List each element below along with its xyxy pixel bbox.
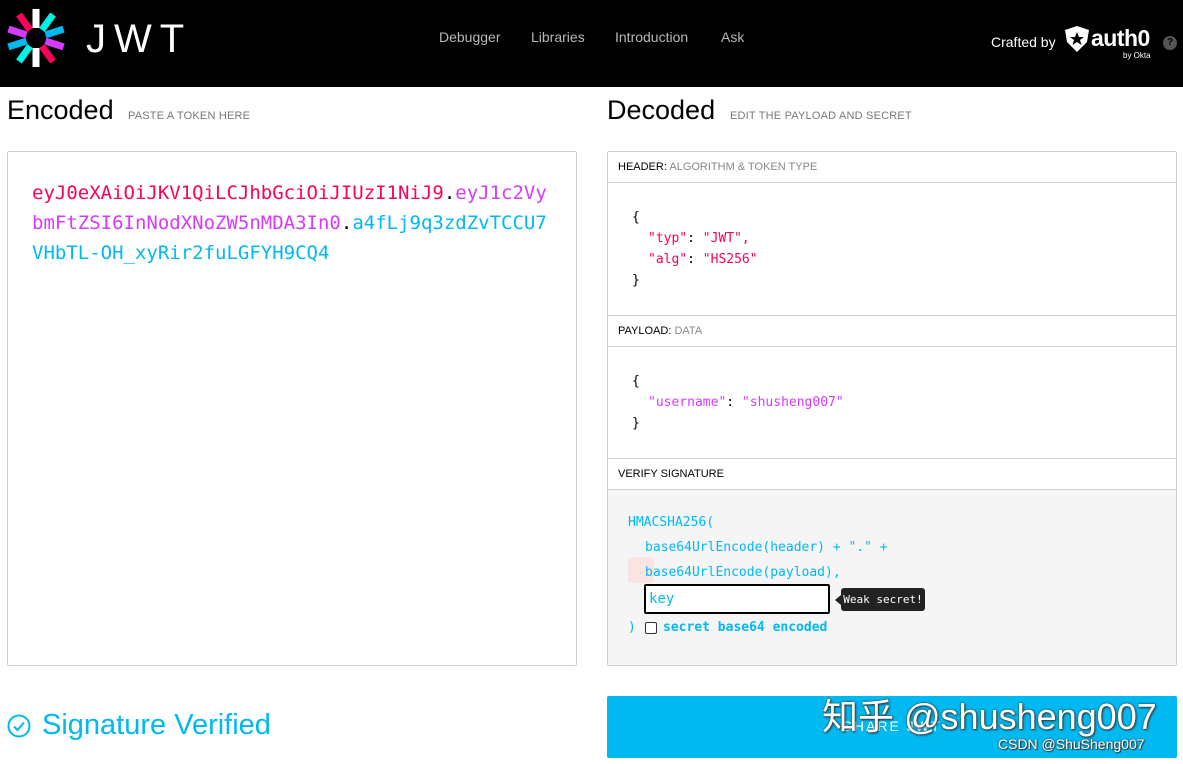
check-circle-icon: [7, 714, 31, 738]
hmac-line-payload: base64UrlEncode(payload),: [645, 565, 841, 580]
verify-section-label: VERIFY SIGNATURE: [618, 468, 724, 480]
by-okta-label: by Okta: [1123, 51, 1151, 60]
json-open-brace: {: [632, 210, 640, 225]
encoded-token[interactable]: eyJ0eXAiOiJKV1QiLCJhbGciOiJIUzI1NiJ9.eyJ…: [32, 178, 552, 268]
token-dot: .: [443, 182, 456, 204]
colon: :: [726, 395, 742, 410]
help-icon[interactable]: ?: [1163, 36, 1177, 50]
hmac-function-open: HMACSHA256(: [628, 515, 715, 530]
alg-value: "HS256": [702, 252, 758, 267]
secret-base64-checkbox[interactable]: [645, 622, 657, 634]
top-navigation-bar: JWT Debugger Libraries Introduction Ask …: [0, 0, 1183, 87]
nav-ask[interactable]: Ask: [721, 29, 744, 45]
token-dot: .: [340, 212, 353, 234]
header-section-title: HEADER: ALGORITHM & TOKEN TYPE: [608, 152, 1176, 183]
auth0-logo[interactable]: auth0 by Okta: [1064, 24, 1156, 64]
svg-text:JWT: JWT: [86, 17, 190, 56]
encoded-subtitle: PASTE A TOKEN HERE: [128, 110, 251, 122]
username-value: "shusheng007": [741, 395, 844, 410]
jwt-wordmark[interactable]: JWT: [86, 16, 190, 56]
decoded-title: Decoded: [607, 95, 716, 125]
hmac-line-header: base64UrlEncode(header) + "." +: [645, 540, 888, 555]
payload-section-sublabel: DATA: [674, 325, 703, 337]
watermark-csdn: CSDN @ShuSheng007: [998, 736, 1145, 752]
json-line-alg: "alg": "HS256": [648, 252, 758, 267]
nav-libraries[interactable]: Libraries: [531, 29, 585, 45]
payload-json-editor[interactable]: { "username": "shusheng007" }: [608, 347, 1176, 459]
nav-debugger[interactable]: Debugger: [439, 29, 501, 45]
username-key: "username": [648, 395, 727, 410]
json-line-username: "username": "shusheng007": [648, 395, 844, 410]
typ-value: "JWT",: [702, 231, 750, 246]
weak-secret-tooltip: Weak secret!: [835, 588, 925, 611]
verify-section-title: VERIFY SIGNATURE: [608, 459, 1176, 490]
json-close-brace: }: [632, 273, 640, 288]
verify-signature-body: HMACSHA256( base64UrlEncode(header) + ".…: [608, 490, 1176, 665]
jwt-logo-icon[interactable]: [6, 8, 66, 68]
colon: :: [687, 252, 703, 267]
nav-introduction[interactable]: Introduction: [615, 29, 688, 45]
json-open-brace: {: [632, 374, 640, 389]
hmac-function-close: ): [628, 620, 636, 635]
auth0-wordmark: auth0: [1091, 25, 1150, 51]
crafted-by-label: Crafted by: [991, 34, 1056, 50]
secret-base64-label[interactable]: secret base64 encoded: [663, 620, 827, 635]
json-line-typ: "typ": "JWT",: [648, 231, 750, 246]
decoded-panel: HEADER: ALGORITHM & TOKEN TYPE { "typ": …: [607, 151, 1177, 666]
token-header-part: eyJ0eXAiOiJKV1QiLCJhbGciOiJIUzI1NiJ9: [32, 182, 444, 204]
encoded-token-textarea[interactable]: eyJ0eXAiOiJKV1QiLCJhbGciOiJIUzI1NiJ9.eyJ…: [7, 151, 577, 666]
header-section-label: HEADER:: [618, 161, 667, 173]
decoded-subtitle: EDIT THE PAYLOAD AND SECRET: [730, 110, 912, 122]
header-json-editor[interactable]: { "typ": "JWT", "alg": "HS256" }: [608, 183, 1176, 316]
alg-key: "alg": [648, 252, 688, 267]
secret-key-input[interactable]: key: [644, 584, 830, 614]
typ-key: "typ": [648, 231, 688, 246]
auth0-shield-icon: [1065, 26, 1089, 52]
json-close-brace: }: [632, 416, 640, 431]
colon: :: [687, 231, 703, 246]
watermark-zhihu: 知乎 @shusheng007: [822, 696, 1157, 737]
signature-status: Signature Verified: [42, 709, 271, 741]
encoded-title: Encoded: [7, 95, 114, 125]
header-section-sublabel: ALGORITHM & TOKEN TYPE: [669, 161, 818, 173]
payload-section-label: PAYLOAD:: [618, 325, 672, 337]
payload-section-title: PAYLOAD: DATA: [608, 316, 1176, 347]
